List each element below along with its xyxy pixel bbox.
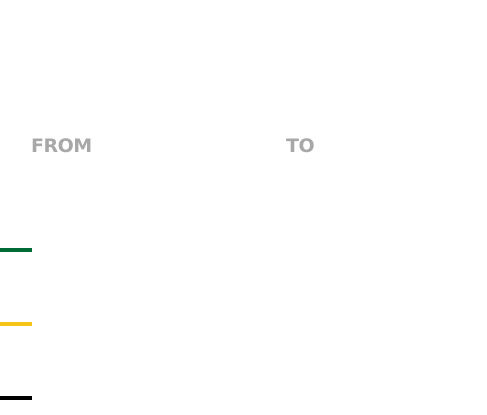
black-line-swatch (0, 396, 32, 400)
to-label: TO (286, 135, 315, 157)
yellow-line-swatch (0, 322, 32, 326)
from-label: FROM (31, 135, 92, 157)
green-line-swatch (0, 248, 32, 252)
